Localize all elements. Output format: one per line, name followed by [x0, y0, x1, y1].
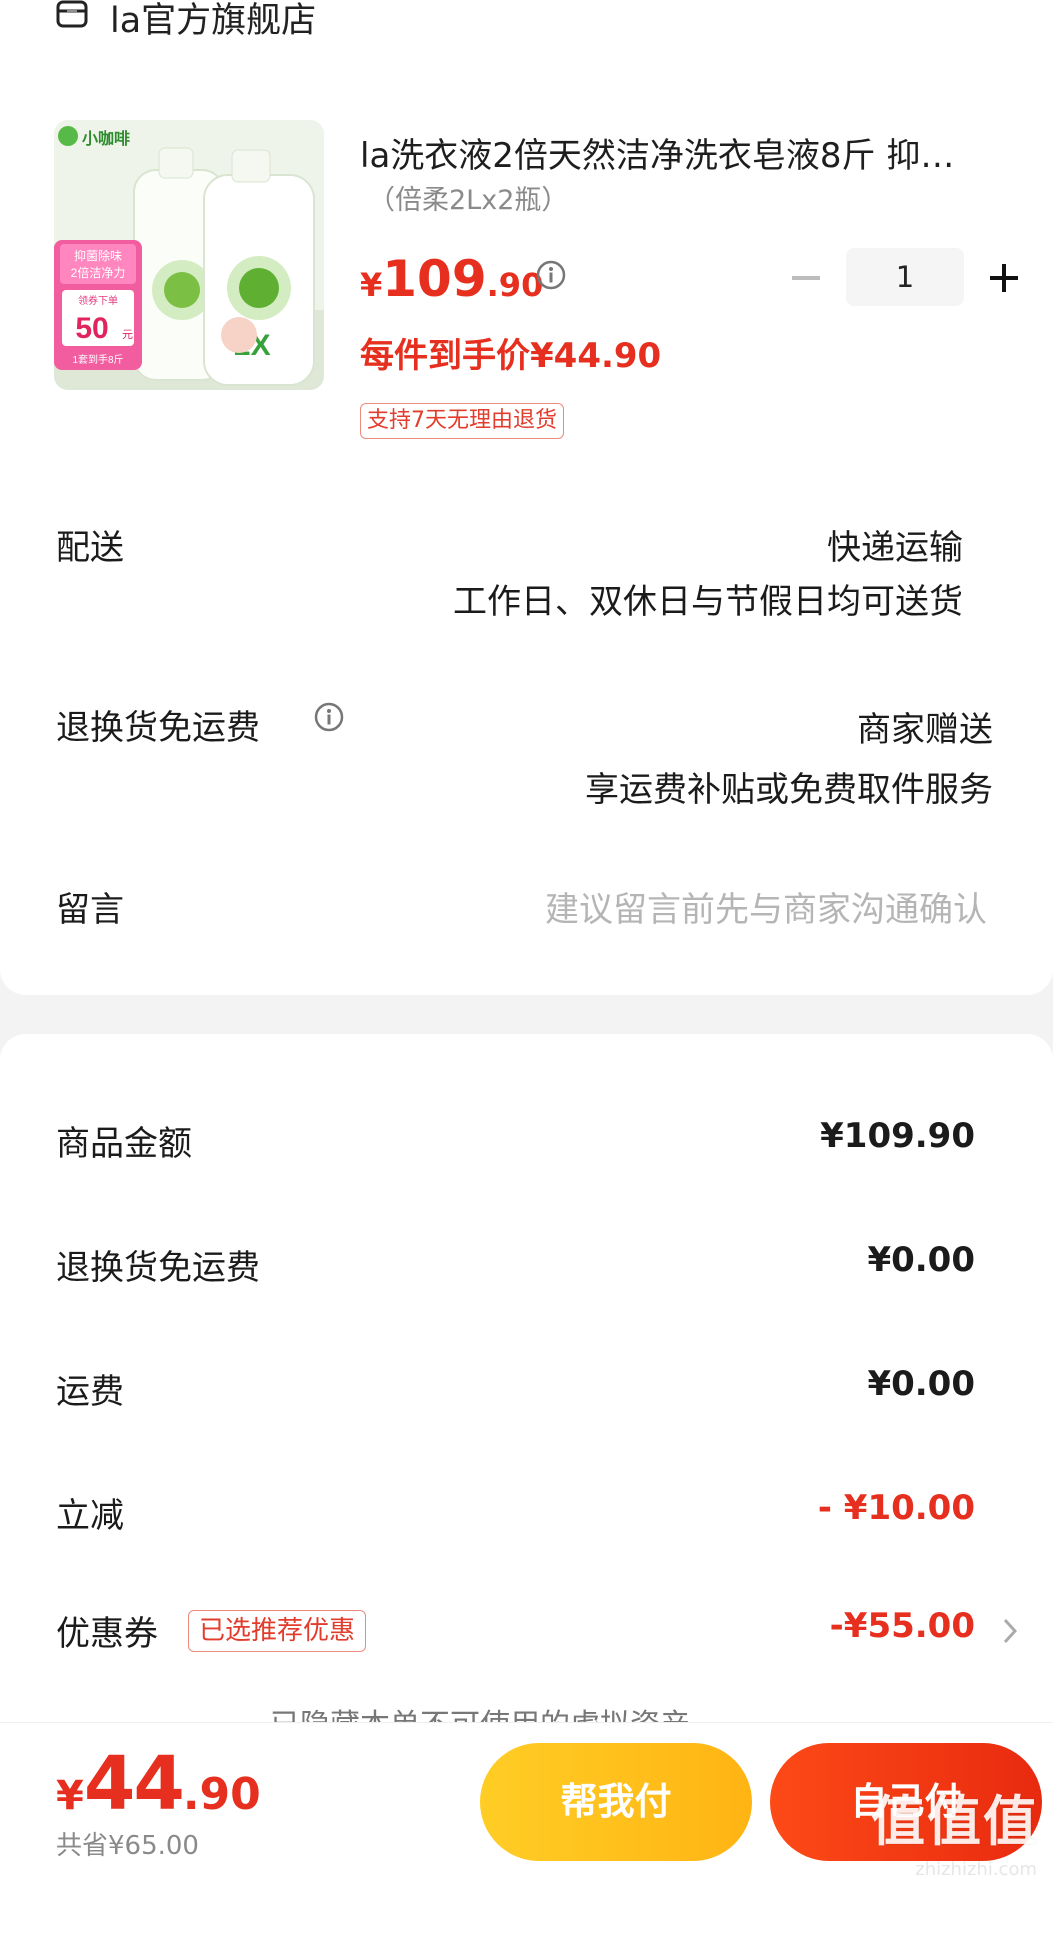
unit-price-label: 每件到手价¥44.90 [360, 336, 662, 376]
watermark-url: zhizhizhi.com [915, 1859, 1037, 1880]
chevron-right-icon[interactable] [1000, 1616, 1020, 1646]
product-image-art: 2X 小咖啡 抑菌除味 2倍洁净力 领券下单 50 元 1套到手8斤 [54, 120, 324, 390]
return-free-info-icon[interactable] [314, 702, 344, 732]
discount-label: 立减 [56, 1496, 124, 1536]
store-icon [56, 0, 88, 28]
price-info-icon[interactable] [536, 260, 566, 290]
total-integer: 44 [83, 1741, 185, 1827]
order-info-card: la官方旗舰店 2X 小咖啡 抑菌除味 2倍洁净力 [0, 0, 1053, 995]
goods-amount-label: 商品金额 [56, 1124, 192, 1164]
shipping-label: 运费 [56, 1372, 124, 1412]
price-decimal: .90 [486, 266, 544, 304]
price-integer: 109 [382, 250, 487, 308]
promo-bottom: 1套到手8斤 [72, 353, 123, 366]
message-input[interactable]: 建议留言前先与商家沟通确认 [545, 882, 987, 931]
quantity-value[interactable]: 1 [846, 248, 964, 306]
message-label: 留言 [56, 890, 124, 930]
delivery-method[interactable]: 快递运输 [827, 520, 963, 569]
coupon-selected-tag[interactable]: 已选推荐优惠 [188, 1610, 367, 1652]
total-saved: 共省¥65.00 [56, 1831, 199, 1861]
promo-amount: 50 [75, 312, 108, 345]
return-free-value: 商家赠送 [857, 710, 993, 750]
friend-pay-button[interactable]: 帮我付 [480, 1743, 752, 1861]
return-fee-value: ¥0.00 [867, 1240, 975, 1280]
product-title[interactable]: la洗衣液2倍天然洁净洗衣皂液8斤 抑… [360, 128, 1020, 177]
price-symbol: ¥ [360, 266, 383, 304]
shipping-value: ¥0.00 [867, 1364, 975, 1404]
promo-unit: 元 [122, 329, 133, 341]
coupon-value[interactable]: -¥55.00 [830, 1606, 975, 1646]
total-symbol: ¥ [56, 1773, 84, 1819]
brand-text: 小咖啡 [82, 129, 130, 148]
return-free-label: 退换货免运费 [56, 708, 260, 748]
product-price: ¥109.90 [360, 250, 543, 308]
quantity-increase-button[interactable] [984, 258, 1024, 298]
hidden-assets-note[interactable]: 已隐藏本单不可使用的虚拟资产 ⌄ [270, 1700, 830, 1722]
product-image[interactable]: 2X 小咖啡 抑菌除味 2倍洁净力 领券下单 50 元 1套到手8斤 [54, 120, 324, 390]
promo-line-1: 抑菌除味 [74, 248, 122, 263]
discount-value: - ¥10.00 [817, 1488, 975, 1528]
goods-amount-value: ¥109.90 [820, 1116, 975, 1156]
return-fee-label: 退换货免运费 [56, 1248, 260, 1288]
product-spec[interactable]: （倍柔2Lx2瓶） [368, 178, 568, 217]
return-policy-tag: 支持7天无理由退货 [360, 403, 564, 439]
watermark: 值值值 [871, 1790, 1039, 1853]
delivery-label: 配送 [56, 528, 124, 568]
return-free-note: 享运费补贴或免费取件服务 [585, 770, 993, 810]
quantity-decrease-button[interactable] [786, 260, 826, 296]
coupon-label: 优惠券 [56, 1614, 158, 1654]
delivery-note: 工作日、双休日与节假日均可送货 [453, 582, 963, 622]
total-decimal: .90 [182, 1769, 261, 1820]
store-name[interactable]: la官方旗舰店 [110, 0, 316, 43]
promo-line-3: 领券下单 [78, 294, 118, 307]
total-price: ¥44.90 [56, 1741, 261, 1827]
promo-line-2: 2倍洁净力 [71, 265, 126, 280]
bottom-pay-bar: ¥44.90 共省¥65.00 帮我付 自己付 值值值 zhizhizhi.co… [0, 1722, 1053, 1886]
